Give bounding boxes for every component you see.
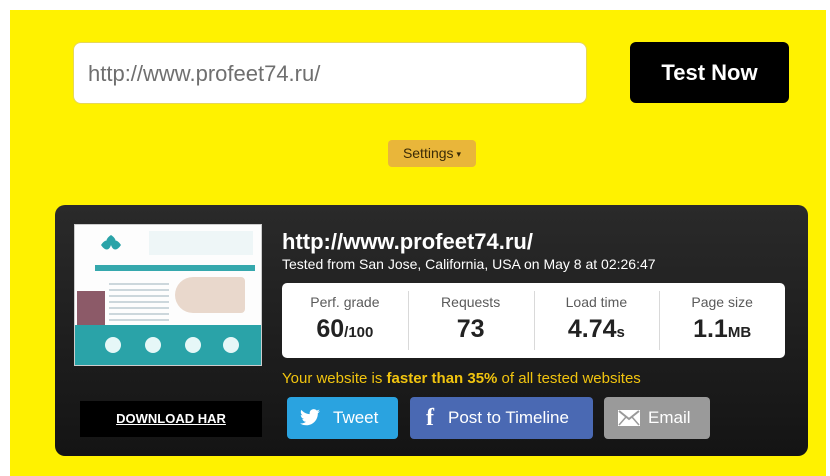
tweet-label: Tweet [333, 408, 379, 427]
thumbnail-text [109, 283, 169, 323]
email-button[interactable]: Email [604, 397, 710, 439]
thumbnail-header [149, 231, 253, 255]
metrics-bar: Perf. grade 60/100 Requests 73 Load time… [282, 283, 785, 358]
comparison-text: Your website is faster than 35% of all t… [282, 370, 641, 387]
thumbnail-icon [105, 337, 121, 353]
site-logo [101, 235, 121, 250]
download-har-link[interactable]: DOWNLOAD HAR [80, 401, 262, 437]
email-label: Email [648, 408, 691, 427]
metric-value: 4.74s [567, 315, 625, 343]
metric-label: Load time [565, 294, 628, 310]
url-input[interactable]: http://www.profeet74.ru/ [73, 42, 587, 104]
metric-page-size: Page size 1.1MB [659, 283, 785, 358]
website-screenshot-thumbnail [74, 224, 262, 366]
metric-label: Page size [691, 294, 753, 310]
metric-requests: Requests 73 [407, 283, 534, 358]
metric-load-time: Load time 4.74s [533, 283, 660, 358]
chevron-down-icon: ▾ [456, 149, 462, 159]
tested-site-url: http://www.profeet74.ru/ [282, 229, 533, 254]
post-to-timeline-button[interactable]: f Post to Timeline [410, 397, 593, 439]
thumbnail-nav [95, 265, 255, 271]
test-now-button[interactable]: Test Now [630, 42, 789, 103]
thumbnail-icon [185, 337, 201, 353]
tweet-button[interactable]: Tweet [287, 397, 398, 439]
metric-label: Requests [441, 294, 501, 310]
metric-value: 1.1MB [693, 315, 752, 343]
envelope-icon [618, 397, 640, 439]
thumbnail-hero-image [175, 277, 245, 313]
metric-label: Perf. grade [310, 294, 380, 310]
metric-value: 60/100 [316, 315, 374, 343]
metric-perf-grade: Perf. grade 60/100 [282, 283, 408, 358]
settings-dropdown[interactable]: Settings ▾ [388, 140, 476, 167]
twitter-bird-icon [299, 397, 321, 439]
facebook-icon: f [426, 405, 434, 431]
settings-label: Settings [402, 145, 454, 161]
post-to-timeline-label: Post to Timeline [448, 408, 569, 427]
thumbnail-icon [223, 337, 239, 353]
test-location-time: Tested from San Jose, California, USA on… [282, 256, 656, 272]
thumbnail-icon [145, 337, 161, 353]
metric-value: 73 [456, 315, 485, 343]
